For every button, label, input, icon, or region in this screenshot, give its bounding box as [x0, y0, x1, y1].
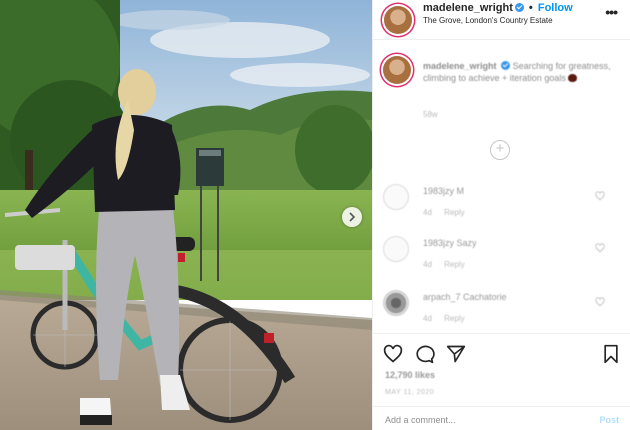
chevron-right-icon — [349, 212, 356, 222]
comment-avatar[interactable] — [383, 184, 409, 210]
follow-button[interactable]: Follow — [538, 2, 573, 14]
comment-username[interactable]: 1983jzy M — [423, 186, 464, 196]
comment-reply-button[interactable]: Reply — [444, 314, 464, 323]
likes-count[interactable]: 12,790 likes — [385, 370, 435, 380]
comment-username[interactable]: arpach_7 Cachatorie — [423, 292, 507, 302]
comment-meta: 4d Reply — [423, 208, 465, 217]
more-icon[interactable]: ••• — [605, 4, 618, 20]
post-header: madelene_wright • Follow The Grove, Lond… — [373, 0, 630, 40]
post-date: MAY 11, 2020 — [385, 389, 435, 396]
bookmark-icon[interactable] — [601, 344, 621, 364]
comment-reply-button[interactable]: Reply — [444, 208, 464, 217]
comment-meta: 4d Reply — [423, 314, 465, 323]
caption-time: 58w — [423, 110, 438, 119]
comment-username[interactable]: 1983jzy Sazy — [423, 238, 477, 248]
comment-item: arpach_7 Cachatorie 4d Reply — [383, 290, 619, 330]
post-author-line: madelene_wright • Follow — [423, 2, 573, 14]
post-side-panel: madelene_wright • Follow The Grove, Lond… — [372, 0, 630, 430]
comment-age: 4d — [423, 208, 432, 217]
comment-avatar[interactable] — [383, 236, 409, 262]
comment-reply-button[interactable]: Reply — [444, 260, 464, 269]
caption-text: madelene_wright Searching for greatness,… — [423, 60, 613, 84]
post-username[interactable]: madelene_wright — [423, 2, 513, 14]
share-icon[interactable] — [446, 344, 466, 364]
next-photo-button[interactable] — [342, 207, 362, 227]
post-comment-button[interactable]: Post — [599, 415, 619, 425]
load-more-comments-button[interactable]: + — [490, 140, 510, 160]
post-location[interactable]: The Grove, London's Country Estate — [423, 16, 553, 25]
verified-icon — [501, 61, 511, 70]
heart-icon[interactable] — [595, 191, 605, 201]
post-photo[interactable] — [0, 0, 372, 430]
caption-username[interactable]: madelene_wright — [423, 61, 497, 71]
comment-input[interactable] — [385, 415, 575, 425]
comment-item: 1983jzy Sazy 4d Reply — [383, 236, 619, 276]
verified-icon — [514, 3, 524, 12]
comment-age: 4d — [423, 260, 432, 269]
separator-dot: • — [528, 2, 533, 14]
heart-icon[interactable] — [383, 344, 403, 364]
heart-icon[interactable] — [595, 243, 605, 253]
post-image — [0, 0, 372, 430]
comment-icon[interactable] — [415, 344, 435, 364]
avatar[interactable] — [383, 56, 411, 84]
heart-emoji-icon — [568, 74, 578, 82]
comment-age: 4d — [423, 314, 432, 323]
heart-icon[interactable] — [595, 297, 605, 307]
comment-avatar[interactable] — [383, 290, 409, 316]
avatar[interactable] — [384, 6, 412, 34]
add-comment-bar: Post — [373, 406, 630, 430]
comment-item: 1983jzy M 4d Reply — [383, 184, 619, 224]
comment-meta: 4d Reply — [423, 260, 465, 269]
